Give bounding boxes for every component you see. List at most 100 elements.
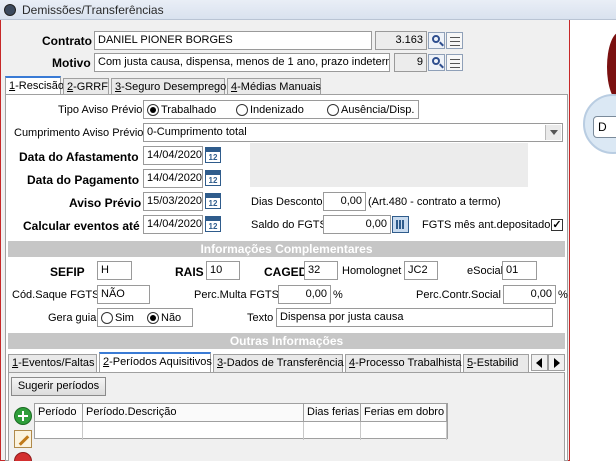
dias-desconto-field[interactable]: 0,00 (323, 192, 366, 211)
calendar-icon[interactable]: 12 (205, 147, 221, 163)
radio-sim-label: Sim (115, 312, 134, 324)
radio-indenizado[interactable] (236, 104, 248, 116)
add-icon[interactable] (14, 407, 32, 425)
cumprimento-value: 0-Cumprimento total (147, 126, 247, 138)
aviso-previo-label: Aviso Prévio (69, 196, 142, 210)
contrato-label: Contrato (42, 34, 92, 48)
saque-field[interactable]: NÃO (97, 285, 150, 304)
contrato-search-icon[interactable] (428, 32, 445, 49)
pencil-icon (18, 435, 30, 446)
periodos-grid[interactable]: Período Período.Descrição Dias ferias Fe… (34, 403, 448, 440)
sefip-label: SEFIP (50, 265, 85, 279)
cumprimento-select[interactable]: 0-Cumprimento total (143, 123, 563, 142)
data-afastamento-label: Data do Afastamento (19, 150, 139, 164)
saldo-fgts-label: Saldo do FGTS (251, 219, 327, 231)
saque-label: Cód.Saque FGTS (12, 289, 100, 301)
radio-nao[interactable] (147, 312, 159, 324)
radio-indenizado-label: Indenizado (250, 104, 304, 116)
side-person-icon (607, 32, 616, 102)
multa-field[interactable]: 0,00 (278, 285, 331, 304)
subtab-estabilidade[interactable]: 5-Estabilid (463, 354, 529, 372)
calculator-icon[interactable] (392, 216, 409, 233)
contr-label: Perc.Contr.Social (416, 289, 501, 301)
side-bubble-label: D (598, 120, 607, 134)
contrato-list-icon[interactable] (446, 32, 463, 49)
column-header-periodo[interactable]: Período (35, 404, 83, 422)
side-decoration: D (571, 20, 616, 461)
column-header-descricao[interactable]: Período.Descrição (83, 404, 304, 422)
calcular-field[interactable]: 14/04/2020 (143, 215, 203, 234)
grid-cell[interactable] (304, 422, 361, 440)
data-pagamento-label: Data do Pagamento (27, 173, 140, 187)
radio-ausencia[interactable] (327, 104, 339, 116)
edit-icon[interactable] (14, 430, 32, 448)
plus-icon-vertical (22, 411, 24, 421)
window-title: Demissões/Transferências (22, 3, 164, 17)
contrato-code-field[interactable]: 3.163 (375, 31, 427, 50)
motivo-label: Motivo (52, 56, 91, 70)
subtab-eventos-faltas[interactable]: 1-Eventos/Faltas (8, 354, 97, 372)
window-titlebar: Demissões/Transferências (0, 0, 616, 20)
dias-desconto-label: Dias Desconto (251, 196, 323, 208)
tipo-aviso-label: Tipo Aviso Prévio (58, 104, 143, 116)
tabs-scroll-right-button[interactable] (548, 354, 565, 371)
contrato-name-field[interactable]: DANIEL PIONER BORGES (94, 31, 372, 50)
subtab-processo-trabalhista[interactable]: 4-Processo Trabalhista (345, 354, 462, 372)
tabs-scroll-left-button[interactable] (531, 354, 548, 371)
texto-label: Texto (247, 312, 274, 324)
aviso-previo-field[interactable]: 15/03/2020 (143, 192, 203, 211)
caged-label: CAGED (264, 265, 308, 279)
multa-label: Perc.Multa FGTS (194, 289, 279, 301)
motivo-field[interactable]: Com justa causa, dispensa, menos de 1 an… (94, 53, 390, 72)
data-afastamento-field[interactable]: 14/04/2020 (143, 146, 203, 165)
chevron-right-icon (554, 358, 560, 368)
saldo-fgts-field[interactable]: 0,00 (323, 215, 391, 234)
subtab-periodos-aquisitivos[interactable]: 2-Períodos Aquisitivos (99, 352, 212, 372)
subtab-dados-transferencia[interactable]: 3-Dados de Transferência (213, 354, 344, 372)
radio-ausencia-label: Ausência/Disp. (341, 104, 415, 116)
cumprimento-label: Cumprimento Aviso Prévio (14, 127, 144, 139)
dias-desconto-note: (Art.480 - contrato a termo) (368, 196, 501, 208)
sefip-field[interactable]: H (97, 261, 132, 280)
motivo-code-field[interactable]: 9 (394, 53, 427, 72)
radio-sim[interactable] (101, 312, 113, 324)
rais-label: RAIS (175, 265, 204, 279)
grid-cell[interactable] (35, 422, 83, 440)
motivo-list-icon[interactable] (446, 54, 463, 71)
esocial-field[interactable]: 01 (502, 261, 537, 280)
radio-trabalhado-label: Trabalhado (161, 104, 217, 116)
contr-unit: % (558, 289, 568, 301)
grid-cell[interactable] (361, 422, 447, 440)
homolognet-label: Homolognet (342, 265, 402, 277)
complementares-header: Informações Complementares (8, 241, 565, 257)
grid-cell[interactable] (83, 422, 304, 440)
calcular-label: Calcular eventos até (23, 219, 140, 233)
rais-field[interactable]: 10 (206, 261, 240, 280)
chevron-left-icon (536, 358, 542, 368)
radio-trabalhado[interactable] (147, 104, 159, 116)
outras-header: Outras Informações (8, 333, 565, 349)
multa-unit: % (333, 289, 343, 301)
gera-guia-label: Gera guia (48, 312, 97, 324)
chevron-down-icon[interactable] (545, 125, 561, 140)
caged-field[interactable]: 32 (304, 261, 338, 280)
esocial-label: eSocial (467, 265, 504, 277)
app-icon (4, 4, 16, 16)
calendar-icon[interactable]: 12 (205, 193, 221, 209)
info-box (250, 143, 528, 187)
calendar-icon[interactable]: 12 (205, 216, 221, 232)
column-header-ferias-dobro[interactable]: Ferias em dobro (361, 404, 447, 422)
fgts-mes-checkbox[interactable]: ✓ (551, 219, 563, 231)
calendar-icon[interactable]: 12 (205, 170, 221, 186)
fgts-mes-label: FGTS mês ant.depositado (422, 219, 551, 231)
data-pagamento-field[interactable]: 14/04/2020 (143, 169, 203, 188)
tab-rescisao[interactable]: 1-Rescisão (5, 76, 64, 96)
homolognet-field[interactable]: JC2 (404, 261, 438, 280)
motivo-search-icon[interactable] (428, 54, 445, 71)
texto-field[interactable]: Dispensa por justa causa (276, 308, 553, 327)
contr-field[interactable]: 0,00 (503, 285, 556, 304)
radio-nao-label: Não (161, 312, 182, 324)
side-bubble-button[interactable]: D (593, 116, 616, 138)
sugerir-periodos-button[interactable]: Sugerir períodos (11, 377, 106, 396)
column-header-dias-ferias[interactable]: Dias ferias (304, 404, 361, 422)
